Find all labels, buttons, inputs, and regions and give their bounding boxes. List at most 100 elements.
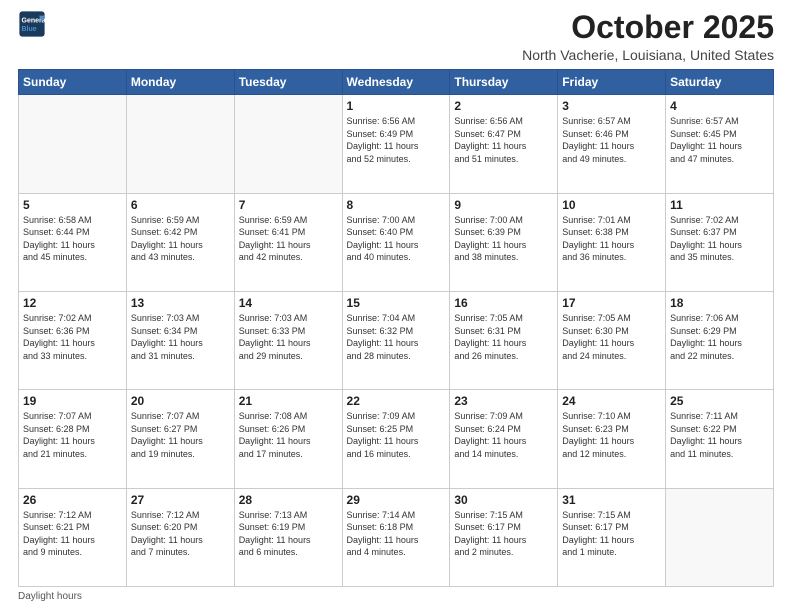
day-number: 2 (454, 99, 553, 113)
day-cell: 12 Sunrise: 7:02 AM Sunset: 6:36 PM Dayli… (19, 291, 127, 389)
day-info: Sunrise: 6:57 AM Sunset: 6:45 PM Dayligh… (670, 115, 769, 165)
day-number: 9 (454, 198, 553, 212)
day-info: Sunrise: 7:14 AM Sunset: 6:18 PM Dayligh… (347, 509, 446, 559)
day-info: Sunrise: 7:07 AM Sunset: 6:28 PM Dayligh… (23, 410, 122, 460)
day-info: Sunrise: 7:00 AM Sunset: 6:39 PM Dayligh… (454, 214, 553, 264)
weekday-header-saturday: Saturday (666, 70, 774, 95)
logo: General Blue (18, 10, 46, 38)
day-cell: 13 Sunrise: 7:03 AM Sunset: 6:34 PM Dayli… (126, 291, 234, 389)
day-cell (19, 95, 127, 193)
day-cell: 4Sunrise: 6:57 AM Sunset: 6:45 PM Daylig… (666, 95, 774, 193)
day-number: 17 (562, 296, 661, 310)
day-cell: 1 Sunrise: 6:56 AM Sunset: 6:49 PM Daylig… (342, 95, 450, 193)
day-info: Sunrise: 7:13 AM Sunset: 6:19 PM Dayligh… (239, 509, 338, 559)
day-cell: 23 Sunrise: 7:09 AM Sunset: 6:24 PM Dayli… (450, 390, 558, 488)
day-cell: 14Sunrise: 7:03 AM Sunset: 6:33 PM Dayli… (234, 291, 342, 389)
day-number: 30 (454, 493, 553, 507)
day-number: 3 (562, 99, 661, 113)
day-number: 20 (131, 394, 230, 408)
weekday-header-sunday: Sunday (19, 70, 127, 95)
day-number: 26 (23, 493, 122, 507)
day-info: Sunrise: 7:00 AM Sunset: 6:40 PM Dayligh… (347, 214, 446, 264)
day-cell: 19 Sunrise: 7:07 AM Sunset: 6:28 PM Dayli… (19, 390, 127, 488)
weekday-header-thursday: Thursday (450, 70, 558, 95)
day-number: 27 (131, 493, 230, 507)
day-number: 12 (23, 296, 122, 310)
day-cell: 31 Sunrise: 7:15 AM Sunset: 6:17 PM Dayli… (558, 488, 666, 586)
weekday-header-tuesday: Tuesday (234, 70, 342, 95)
week-row-4: 26 Sunrise: 7:12 AM Sunset: 6:21 PM Dayli… (19, 488, 774, 586)
logo-icon: General Blue (18, 10, 46, 38)
day-number: 11 (670, 198, 769, 212)
day-cell: 5 Sunrise: 6:58 AM Sunset: 6:44 PM Daylig… (19, 193, 127, 291)
day-info: Sunrise: 6:56 AM Sunset: 6:49 PM Dayligh… (347, 115, 446, 165)
day-info: Sunrise: 7:12 AM Sunset: 6:21 PM Dayligh… (23, 509, 122, 559)
day-info: Sunrise: 6:58 AM Sunset: 6:44 PM Dayligh… (23, 214, 122, 264)
day-cell: 17 Sunrise: 7:05 AM Sunset: 6:30 PM Dayli… (558, 291, 666, 389)
day-info: Sunrise: 6:57 AM Sunset: 6:46 PM Dayligh… (562, 115, 661, 165)
day-number: 8 (347, 198, 446, 212)
day-info: Sunrise: 7:09 AM Sunset: 6:24 PM Dayligh… (454, 410, 553, 460)
week-row-2: 12 Sunrise: 7:02 AM Sunset: 6:36 PM Dayli… (19, 291, 774, 389)
day-cell: 29 Sunrise: 7:14 AM Sunset: 6:18 PM Dayli… (342, 488, 450, 586)
day-cell: 28Sunrise: 7:13 AM Sunset: 6:19 PM Dayli… (234, 488, 342, 586)
month-title: October 2025 (522, 10, 774, 45)
day-info: Sunrise: 7:09 AM Sunset: 6:25 PM Dayligh… (347, 410, 446, 460)
day-info: Sunrise: 7:15 AM Sunset: 6:17 PM Dayligh… (454, 509, 553, 559)
page: General Blue October 2025 North Vacherie… (0, 0, 792, 612)
day-cell: 22 Sunrise: 7:09 AM Sunset: 6:25 PM Dayli… (342, 390, 450, 488)
day-number: 16 (454, 296, 553, 310)
day-number: 7 (239, 198, 338, 212)
day-cell: 24Sunrise: 7:10 AM Sunset: 6:23 PM Dayli… (558, 390, 666, 488)
weekday-header-monday: Monday (126, 70, 234, 95)
day-number: 22 (347, 394, 446, 408)
day-info: Sunrise: 7:05 AM Sunset: 6:30 PM Dayligh… (562, 312, 661, 362)
day-number: 5 (23, 198, 122, 212)
location-title: North Vacherie, Louisiana, United States (522, 47, 774, 63)
day-cell: 7Sunrise: 6:59 AM Sunset: 6:41 PM Daylig… (234, 193, 342, 291)
weekday-header-wednesday: Wednesday (342, 70, 450, 95)
day-cell: 25Sunrise: 7:11 AM Sunset: 6:22 PM Dayli… (666, 390, 774, 488)
day-cell (666, 488, 774, 586)
week-row-3: 19 Sunrise: 7:07 AM Sunset: 6:28 PM Dayli… (19, 390, 774, 488)
day-cell: 30 Sunrise: 7:15 AM Sunset: 6:17 PM Dayli… (450, 488, 558, 586)
day-cell: 20 Sunrise: 7:07 AM Sunset: 6:27 PM Dayli… (126, 390, 234, 488)
day-cell: 27Sunrise: 7:12 AM Sunset: 6:20 PM Dayli… (126, 488, 234, 586)
day-number: 29 (347, 493, 446, 507)
day-info: Sunrise: 7:07 AM Sunset: 6:27 PM Dayligh… (131, 410, 230, 460)
day-cell: 8 Sunrise: 7:00 AM Sunset: 6:40 PM Daylig… (342, 193, 450, 291)
day-info: Sunrise: 7:03 AM Sunset: 6:34 PM Dayligh… (131, 312, 230, 362)
day-number: 10 (562, 198, 661, 212)
weekday-header-row: SundayMondayTuesdayWednesdayThursdayFrid… (19, 70, 774, 95)
day-cell: 21Sunrise: 7:08 AM Sunset: 6:26 PM Dayli… (234, 390, 342, 488)
day-cell (234, 95, 342, 193)
week-row-0: 1 Sunrise: 6:56 AM Sunset: 6:49 PM Daylig… (19, 95, 774, 193)
day-number: 21 (239, 394, 338, 408)
day-cell: 18Sunrise: 7:06 AM Sunset: 6:29 PM Dayli… (666, 291, 774, 389)
day-number: 24 (562, 394, 661, 408)
day-info: Sunrise: 7:02 AM Sunset: 6:36 PM Dayligh… (23, 312, 122, 362)
day-info: Sunrise: 6:56 AM Sunset: 6:47 PM Dayligh… (454, 115, 553, 165)
day-info: Sunrise: 7:01 AM Sunset: 6:38 PM Dayligh… (562, 214, 661, 264)
day-cell: 6 Sunrise: 6:59 AM Sunset: 6:42 PM Daylig… (126, 193, 234, 291)
day-number: 18 (670, 296, 769, 310)
title-block: October 2025 North Vacherie, Louisiana, … (522, 10, 774, 63)
day-cell: 9 Sunrise: 7:00 AM Sunset: 6:39 PM Daylig… (450, 193, 558, 291)
day-number: 19 (23, 394, 122, 408)
day-cell: 11Sunrise: 7:02 AM Sunset: 6:37 PM Dayli… (666, 193, 774, 291)
day-number: 1 (347, 99, 446, 113)
day-cell: 3 Sunrise: 6:57 AM Sunset: 6:46 PM Daylig… (558, 95, 666, 193)
day-number: 15 (347, 296, 446, 310)
day-cell: 2 Sunrise: 6:56 AM Sunset: 6:47 PM Daylig… (450, 95, 558, 193)
day-info: Sunrise: 7:15 AM Sunset: 6:17 PM Dayligh… (562, 509, 661, 559)
day-number: 23 (454, 394, 553, 408)
day-cell: 15Sunrise: 7:04 AM Sunset: 6:32 PM Dayli… (342, 291, 450, 389)
day-number: 31 (562, 493, 661, 507)
day-number: 6 (131, 198, 230, 212)
header: General Blue October 2025 North Vacherie… (18, 10, 774, 63)
day-number: 13 (131, 296, 230, 310)
svg-text:Blue: Blue (22, 26, 37, 33)
day-info: Sunrise: 6:59 AM Sunset: 6:42 PM Dayligh… (131, 214, 230, 264)
weekday-header-friday: Friday (558, 70, 666, 95)
day-cell: 16Sunrise: 7:05 AM Sunset: 6:31 PM Dayli… (450, 291, 558, 389)
